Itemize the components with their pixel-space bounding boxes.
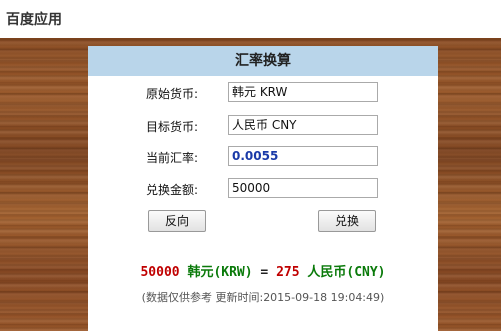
result-to-currency: 人民币(CNY) bbox=[307, 265, 386, 280]
source-currency-row: 原始货币: 韩元 KRW bbox=[88, 82, 438, 104]
updated-time: 2015-09-18 19:04:49) bbox=[263, 291, 385, 304]
rate-label: 当前汇率: bbox=[146, 151, 199, 165]
target-currency-label: 目标货币: bbox=[146, 120, 199, 134]
rate-field[interactable]: 0.0055 bbox=[228, 146, 378, 166]
result-from-currency: 韩元(KRW) bbox=[187, 265, 253, 280]
app-title: 百度应用 bbox=[6, 12, 62, 28]
result-to-amount: 275 bbox=[276, 265, 300, 280]
disclaimer-text: (数据仅供参考 bbox=[141, 291, 212, 304]
convert-button[interactable]: 兑换 bbox=[318, 210, 376, 232]
source-currency-label: 原始货币: bbox=[146, 87, 199, 101]
converter-title: 汇率换算 bbox=[88, 46, 438, 76]
result-from-amount: 50000 bbox=[140, 265, 180, 280]
rate-row: 当前汇率: 0.0055 bbox=[88, 146, 438, 168]
update-note: (数据仅供参考 更新时间:2015-09-18 19:04:49) bbox=[88, 289, 438, 305]
target-currency-row: 目标货币: 人民币 CNY bbox=[88, 115, 438, 137]
updated-label: 更新时间: bbox=[215, 291, 264, 304]
conversion-result: 50000 韩元(KRW) = 275 人民币(CNY) bbox=[88, 261, 438, 280]
amount-label: 兑换金额: bbox=[146, 183, 199, 197]
result-equals: = bbox=[260, 265, 269, 280]
amount-row: 兑换金额: 50000 bbox=[88, 178, 438, 200]
target-currency-field[interactable]: 人民币 CNY bbox=[228, 115, 378, 135]
app-header: 百度应用 bbox=[0, 0, 501, 38]
source-currency-field[interactable]: 韩元 KRW bbox=[228, 82, 378, 102]
converter-panel: 汇率换算 原始货币: 韩元 KRW 目标货币: 人民币 CNY 当前汇率: 0.… bbox=[88, 46, 438, 331]
amount-field[interactable]: 50000 bbox=[228, 178, 378, 198]
reverse-button[interactable]: 反向 bbox=[148, 210, 206, 232]
